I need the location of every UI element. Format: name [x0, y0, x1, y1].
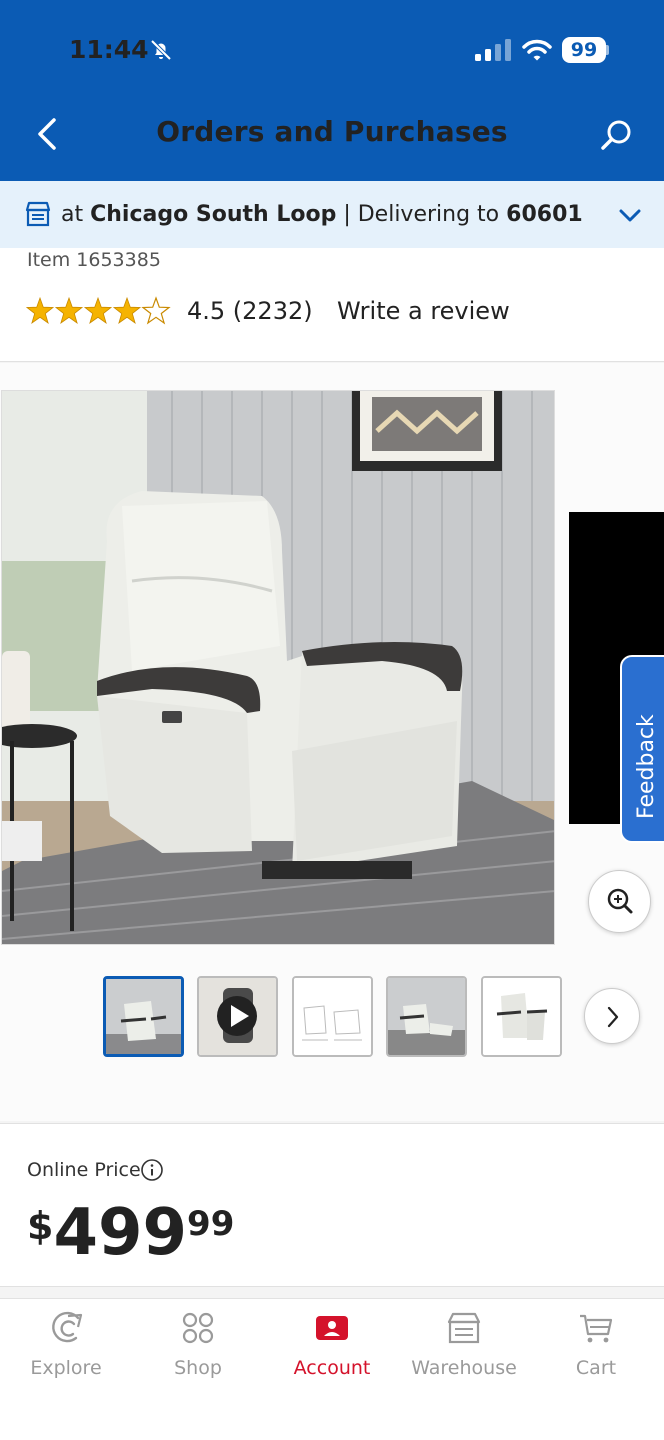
- tab-label: Warehouse: [411, 1357, 517, 1379]
- tab-account[interactable]: Account: [266, 1298, 398, 1388]
- star-rating-icon[interactable]: [26, 296, 172, 328]
- feedback-tab[interactable]: Feedback: [620, 655, 664, 843]
- info-icon[interactable]: [140, 1158, 164, 1182]
- cellular-signal-icon: [475, 39, 511, 61]
- price-currency: $: [27, 1204, 54, 1248]
- thumbnail-image: [106, 979, 181, 1054]
- tab-explore[interactable]: Explore: [0, 1298, 132, 1388]
- dimensions-thumbnail-image: [294, 978, 371, 1055]
- wifi-icon: [522, 39, 552, 61]
- app-header: [0, 0, 664, 181]
- chevron-down-icon[interactable]: [617, 203, 643, 227]
- thumbnail-3[interactable]: [292, 976, 373, 1057]
- account-icon: [316, 1316, 348, 1340]
- thumbnail-image: [388, 978, 465, 1055]
- tab-label: Explore: [30, 1357, 102, 1379]
- zoom-button[interactable]: [588, 870, 651, 933]
- rating-summary[interactable]: 4.5 (2232): [187, 297, 313, 325]
- price-cents: 99: [187, 1204, 235, 1244]
- warehouse-icon: [447, 1312, 481, 1344]
- cart-icon: [580, 1314, 613, 1343]
- battery-indicator: 99: [562, 37, 606, 63]
- thumbnail-4[interactable]: [386, 976, 467, 1057]
- thumbnail-1[interactable]: [103, 976, 184, 1057]
- tab-warehouse[interactable]: Warehouse: [398, 1298, 530, 1388]
- recliner-photo: [2, 391, 554, 944]
- tab-shop[interactable]: Shop: [132, 1298, 264, 1388]
- online-price-label: Online Price: [27, 1159, 141, 1181]
- price-value: $49999: [27, 1196, 234, 1270]
- store-icon: [25, 201, 51, 227]
- tab-label: Shop: [174, 1357, 222, 1379]
- grid-icon: [182, 1312, 214, 1344]
- thumbnail-2[interactable]: [197, 976, 278, 1057]
- tab-label: Account: [293, 1357, 371, 1379]
- delivering-label: Delivering to: [357, 202, 500, 227]
- status-time: 11:44: [69, 35, 149, 64]
- next-thumbnails-button[interactable]: [584, 988, 640, 1044]
- location-at: at: [61, 202, 84, 227]
- tab-cart[interactable]: Cart: [530, 1298, 662, 1388]
- product-main-image[interactable]: [1, 390, 555, 945]
- battery-tip: [606, 45, 609, 55]
- location-separator: |: [336, 202, 358, 227]
- write-review-link[interactable]: Write a review: [337, 297, 510, 325]
- thumbnail-5[interactable]: [481, 976, 562, 1057]
- tab-label: Cart: [575, 1357, 617, 1379]
- price-dollars: 499: [53, 1196, 188, 1270]
- zoom-in-icon: [607, 888, 633, 914]
- feedback-label: Feedback: [634, 714, 659, 819]
- search-icon[interactable]: [596, 114, 638, 156]
- location-text: at Chicago South Loop | Delivering to 60…: [61, 202, 583, 227]
- bell-muted-icon: [150, 39, 172, 61]
- store-name: Chicago South Loop: [90, 202, 337, 227]
- delivery-zip: 60601: [506, 202, 583, 227]
- explore-icon: [52, 1311, 83, 1343]
- thumbnail-image: [483, 978, 560, 1055]
- item-number: Item 1653385: [27, 249, 161, 271]
- chevron-right-icon: [607, 1006, 619, 1028]
- video-thumbnail-image: [199, 978, 276, 1055]
- page-title: Orders and Purchases: [156, 115, 508, 148]
